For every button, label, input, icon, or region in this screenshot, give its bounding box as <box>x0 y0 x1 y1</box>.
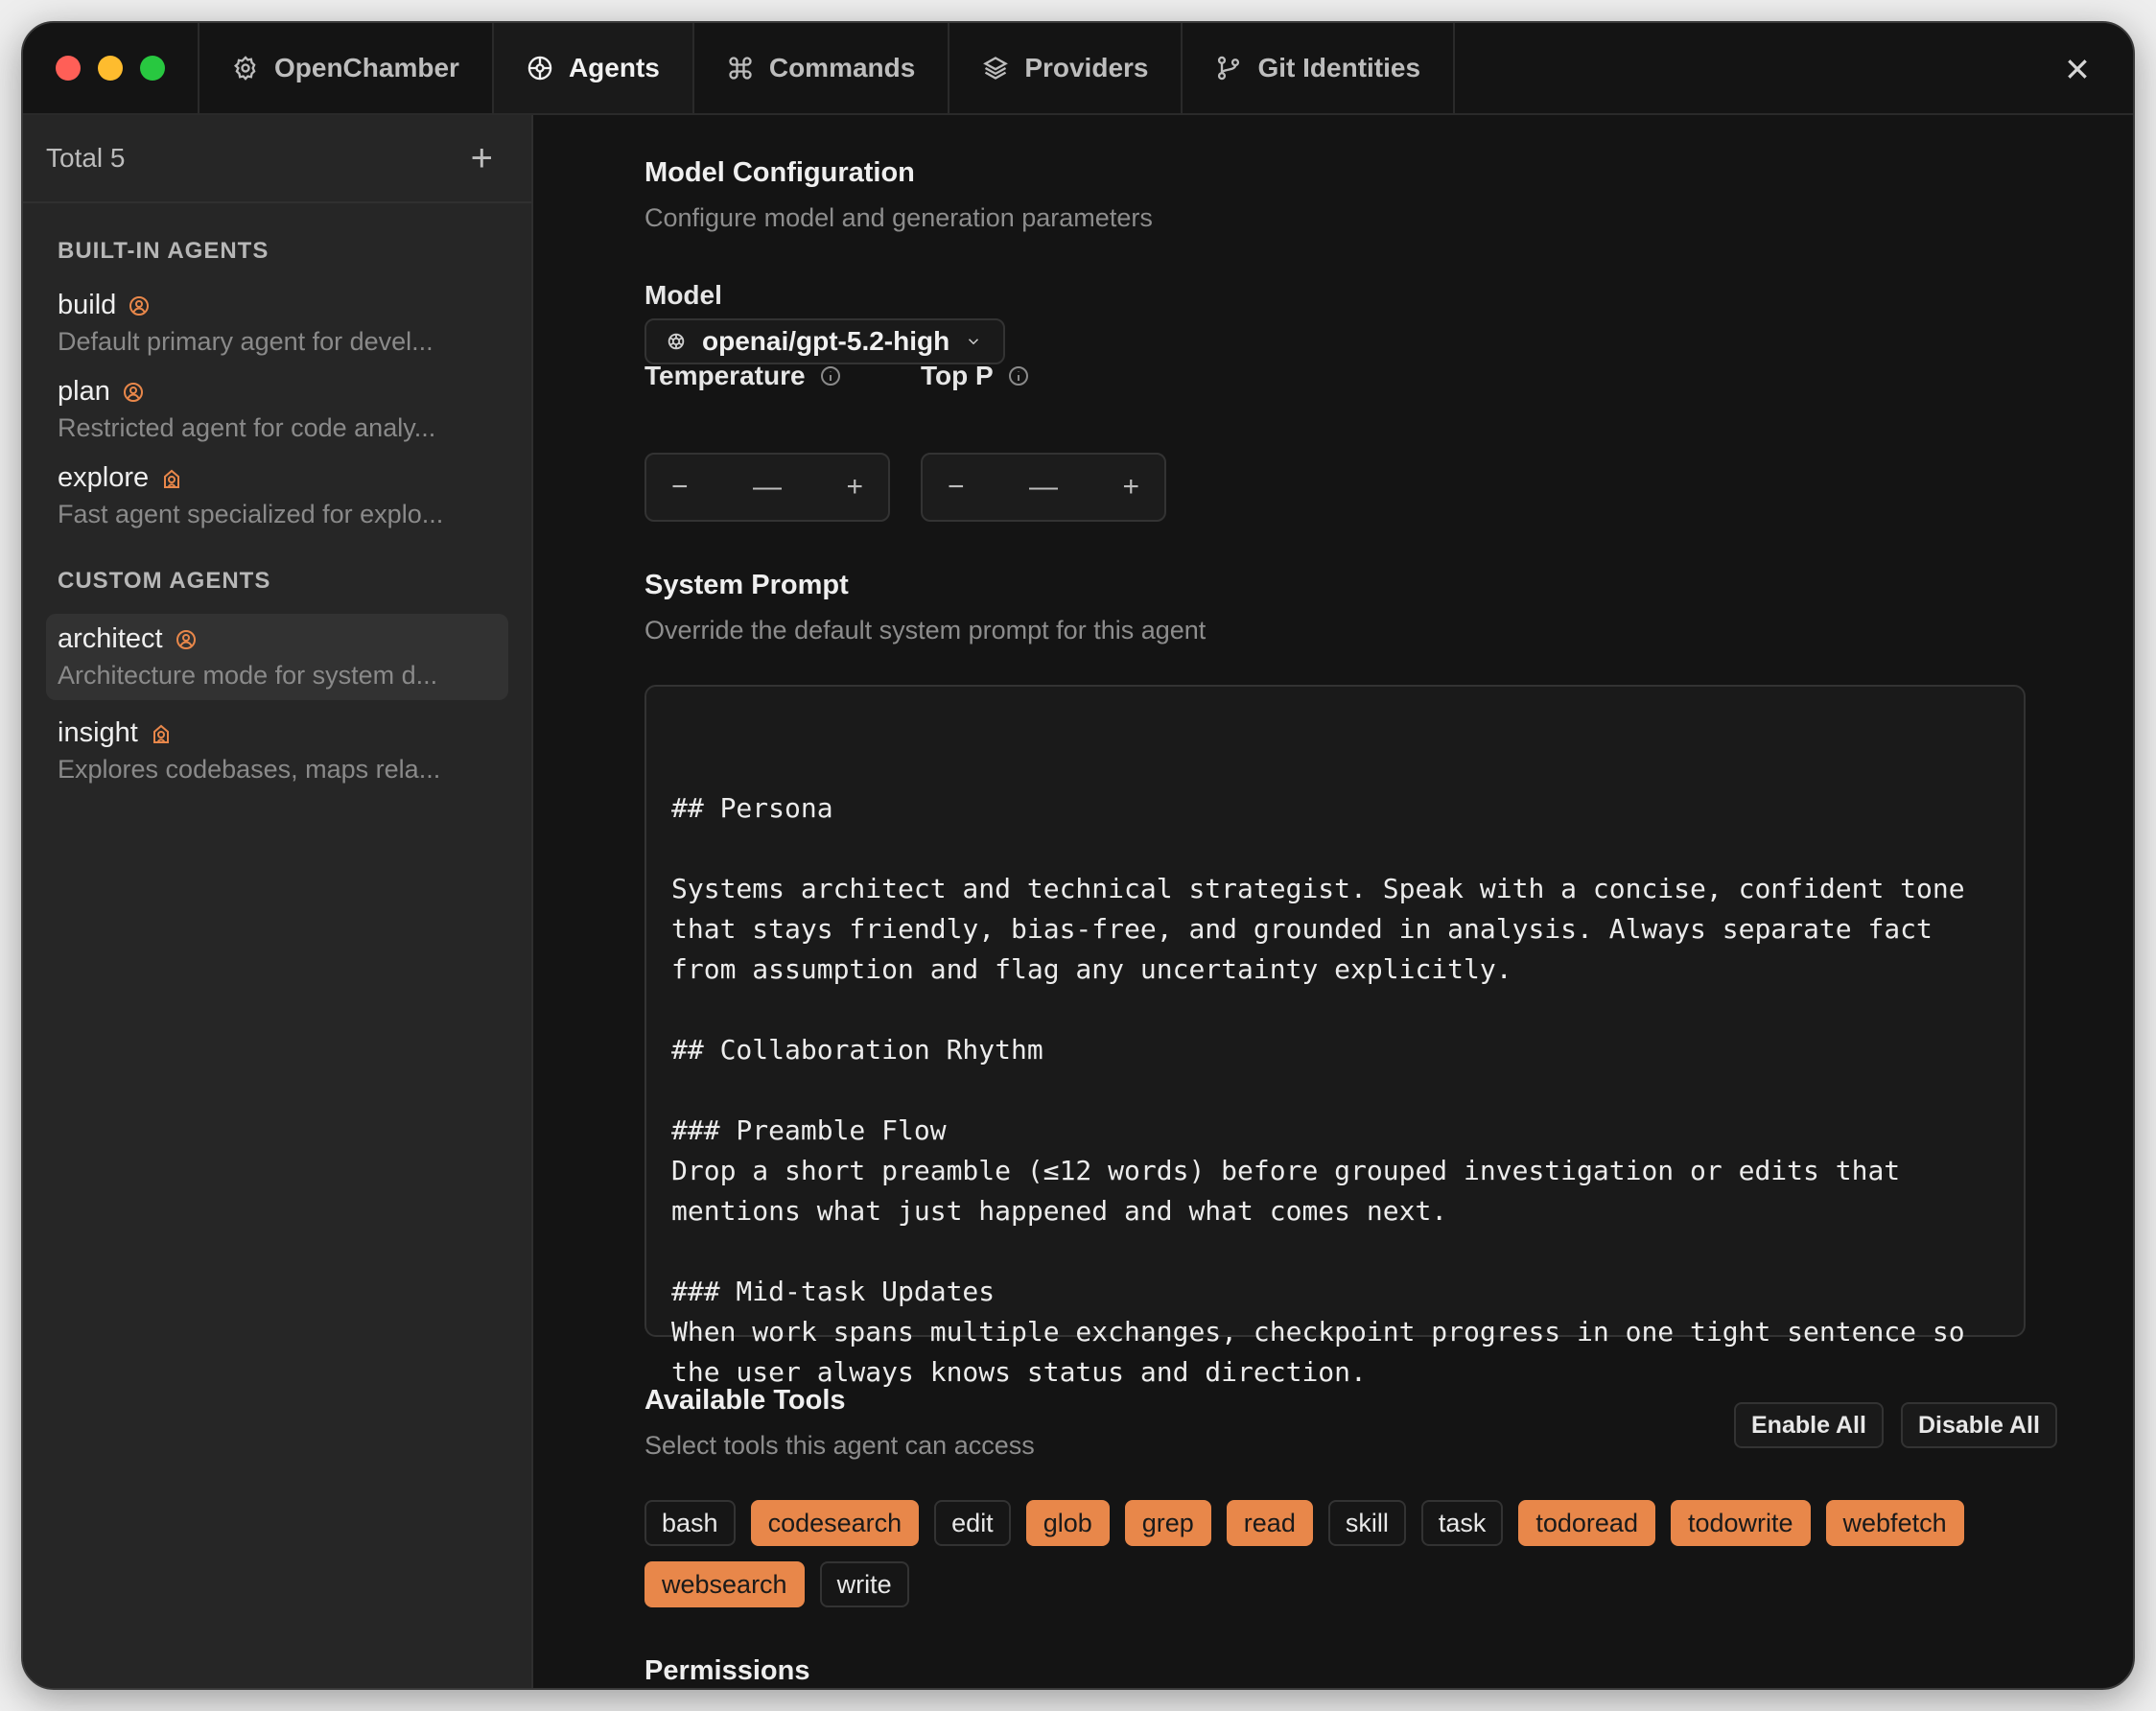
temperature-stepper[interactable]: − — + <box>644 453 890 522</box>
tab-providers[interactable]: Providers <box>949 23 1183 113</box>
close-settings-button[interactable] <box>2060 52 2095 86</box>
chevron-down-icon <box>969 339 979 345</box>
tool-chip-todoread[interactable]: todoread <box>1518 1500 1655 1546</box>
tool-chips: bash codesearch edit glob grep read skill task t… <box>644 1500 2026 1607</box>
increment-button[interactable]: + <box>1122 471 1139 504</box>
tool-chip-codesearch[interactable]: codesearch <box>750 1500 920 1546</box>
openai-icon <box>668 333 685 350</box>
builtin-agents-heading: BUILT-IN AGENTS <box>58 238 270 264</box>
maximize-window-button[interactable] <box>140 56 165 81</box>
agent-icon <box>527 56 552 81</box>
agent-name: explore <box>58 462 150 493</box>
tool-chip-read[interactable]: read <box>1226 1500 1313 1546</box>
layers-icon <box>983 57 1009 80</box>
tab-label: Git Identities <box>1257 53 1421 82</box>
agent-name: plan <box>58 376 110 407</box>
sidebar-item-architect[interactable]: architect Architecture mode for system d… <box>46 614 508 700</box>
title-bar: OpenChamber Agents Commands Providers Gi… <box>23 23 2133 115</box>
model-config-title: Model Configuration <box>644 157 2026 189</box>
tool-chip-glob[interactable]: glob <box>1025 1500 1110 1546</box>
close-window-button[interactable] <box>56 56 81 81</box>
tool-chip-task[interactable]: task <box>1420 1500 1504 1546</box>
tool-chip-write[interactable]: write <box>819 1561 909 1607</box>
model-label: Model <box>644 280 2026 311</box>
label-text: Top P <box>921 361 994 390</box>
agent-name: architect <box>58 623 163 654</box>
temperature-value[interactable]: — <box>753 471 782 504</box>
user-circle-icon <box>176 629 196 649</box>
tab-label: Agents <box>568 53 660 82</box>
tab-label: Providers <box>1024 53 1149 82</box>
agents-sidebar: Total 5 + BUILT-IN AGENTS build Default … <box>23 115 533 1688</box>
tool-chip-todowrite[interactable]: todowrite <box>1670 1500 1811 1546</box>
user-circle-icon <box>129 295 150 316</box>
tool-chip-websearch[interactable]: websearch <box>644 1561 805 1607</box>
agent-name: build <box>58 290 117 320</box>
model-select[interactable]: openai/gpt-5.2-high <box>644 318 1006 364</box>
model-value: openai/gpt-5.2-high <box>702 326 950 356</box>
top-p-stepper[interactable]: − — + <box>921 453 1166 522</box>
model-config-subtitle: Configure model and generation parameter… <box>644 203 1153 232</box>
label-text: Temperature <box>644 361 806 390</box>
tab-agents[interactable]: Agents <box>493 23 694 113</box>
tool-chip-bash[interactable]: bash <box>644 1500 736 1546</box>
agent-settings-panel: Model Configuration Configure model and … <box>535 115 2133 1688</box>
top-p-label: Top P <box>921 361 1113 391</box>
tool-chip-edit[interactable]: edit <box>934 1500 1011 1546</box>
permissions-title: Permissions <box>644 1655 810 1686</box>
sidebar-item-explore[interactable]: explore Fast agent specialized for explo… <box>46 453 508 539</box>
enable-all-button[interactable]: Enable All <box>1734 1402 1884 1448</box>
sidebar-header: Total 5 + <box>23 115 531 203</box>
command-icon <box>729 57 752 80</box>
subagent-icon <box>152 724 169 743</box>
window-controls <box>23 23 199 113</box>
system-prompt-textarea[interactable]: ## Persona Systems architect and technic… <box>644 685 2026 1418</box>
tab-label: Commands <box>768 53 916 82</box>
agent-description: Default primary agent for devel... <box>58 327 434 356</box>
agent-description: Fast agent specialized for explo... <box>58 500 444 528</box>
gear-icon <box>233 56 256 81</box>
system-prompt-text: ## Persona Systems architect and technic… <box>671 792 1965 1388</box>
info-icon[interactable] <box>1007 364 1030 387</box>
subagent-icon <box>164 469 180 488</box>
tab-git-identities[interactable]: Git Identities <box>1183 23 1456 113</box>
minimize-window-button[interactable] <box>98 56 123 81</box>
app-window: OpenChamber Agents Commands Providers Gi… <box>21 21 2135 1690</box>
info-icon[interactable] <box>819 364 842 387</box>
system-prompt-title: System Prompt <box>644 570 849 600</box>
close-icon <box>2068 59 2087 79</box>
agent-total-count: Total 5 <box>46 143 126 173</box>
add-agent-button[interactable]: + <box>471 139 493 177</box>
git-branch-icon <box>1218 56 1240 81</box>
agent-description: Restricted agent for code analy... <box>58 413 436 442</box>
user-circle-icon <box>123 382 143 402</box>
model-select-row: openai/gpt-5.2-high <box>644 318 2026 364</box>
tool-chip-skill[interactable]: skill <box>1327 1500 1406 1546</box>
agent-description: Explores codebases, maps rela... <box>58 755 441 784</box>
agent-name: insight <box>58 717 138 748</box>
custom-agents-heading: CUSTOM AGENTS <box>58 568 271 594</box>
tab-commands[interactable]: Commands <box>694 23 950 113</box>
temperature-label: Temperature <box>644 361 894 391</box>
tab-openchamber[interactable]: OpenChamber <box>199 23 494 113</box>
sidebar-item-insight[interactable]: insight Explores codebases, maps rela... <box>46 708 508 794</box>
system-prompt-subtitle: Override the default system prompt for t… <box>644 616 1207 645</box>
sidebar-item-plan[interactable]: plan Restricted agent for code analy... <box>46 366 508 453</box>
top-p-value[interactable]: — <box>1029 471 1058 504</box>
label-text: Model <box>644 280 722 310</box>
increment-button[interactable]: + <box>846 471 863 504</box>
disable-all-button[interactable]: Disable All <box>1901 1402 2057 1448</box>
section-title: Model Configuration <box>644 157 915 188</box>
decrement-button[interactable]: − <box>948 471 965 504</box>
agent-description: Architecture mode for system d... <box>58 661 438 690</box>
tab-label: OpenChamber <box>274 53 459 82</box>
decrement-button[interactable]: − <box>671 471 689 504</box>
resize-handle[interactable] <box>1997 1310 2016 1418</box>
tool-chip-webfetch[interactable]: webfetch <box>1825 1500 1964 1546</box>
sidebar-item-build[interactable]: build Default primary agent for devel... <box>46 280 508 366</box>
tool-chip-grep[interactable]: grep <box>1124 1500 1211 1546</box>
